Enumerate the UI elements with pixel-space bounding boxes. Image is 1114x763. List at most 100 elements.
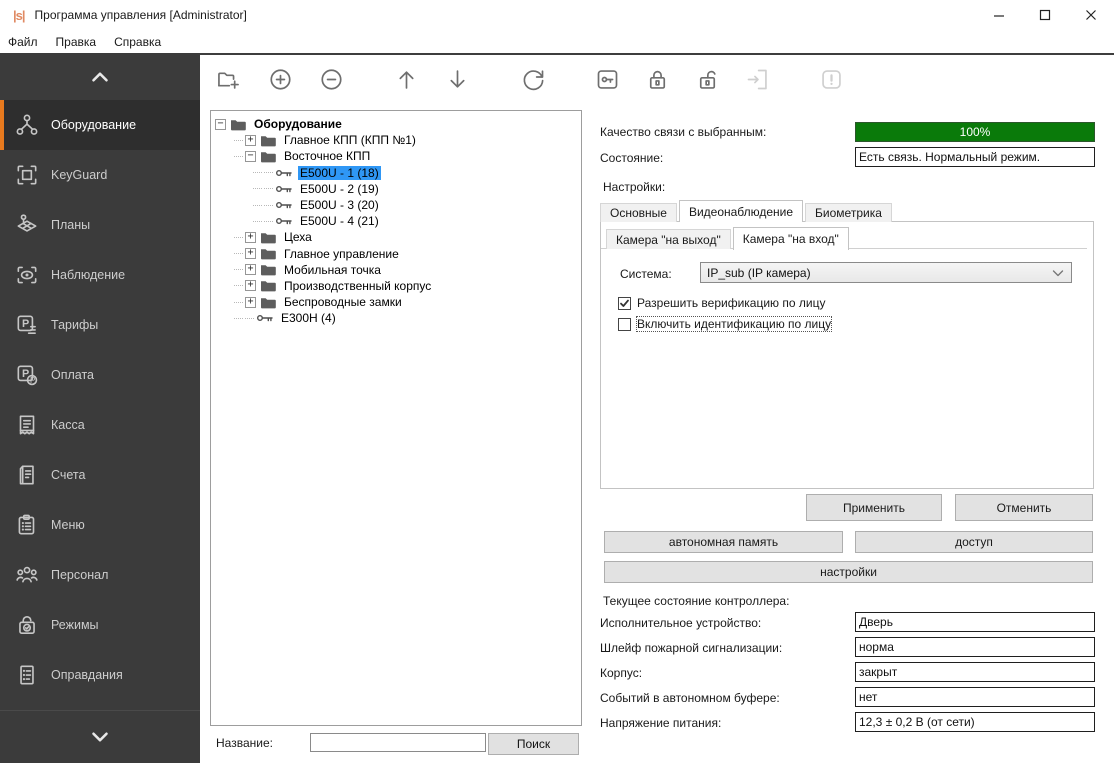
tab-camera-1[interactable]: Камера "на вход": [733, 227, 849, 250]
search-input[interactable]: [310, 733, 486, 752]
sidebar-item-modes[interactable]: Режимы: [0, 600, 200, 650]
collapse-box-icon[interactable]: −: [245, 151, 256, 162]
tree-row[interactable]: + Мобильная точка: [211, 262, 581, 278]
access-button[interactable]: доступ: [855, 531, 1093, 553]
sidebar-scroll-up[interactable]: [0, 53, 200, 100]
toolbar-lock-open-button[interactable]: [692, 64, 722, 94]
state-label: Состояние:: [600, 151, 663, 165]
sidebar-item-cashier[interactable]: Касса: [0, 400, 200, 450]
folder: [260, 295, 277, 310]
menu-item[interactable]: Правка: [47, 33, 106, 51]
device-tree-panel: − Оборудование + Главное КПП (КПП №1) − Восто…: [210, 110, 582, 726]
tree-row[interactable]: E500U - 4 (21): [211, 213, 581, 229]
sidebar-item-excuses[interactable]: Оправдания: [0, 650, 200, 700]
tree-row[interactable]: E300H (4): [211, 310, 581, 326]
collapse-box-icon[interactable]: −: [215, 119, 226, 130]
checkbox-label[interactable]: Включить идентификацию по лицу: [637, 317, 831, 331]
toolbar-circle-plus-button[interactable]: [265, 64, 295, 94]
tab-camera-0[interactable]: Камера "на выход": [606, 229, 731, 249]
tree-node-label[interactable]: E500U - 2 (19): [298, 182, 381, 196]
sidebar-item-monitoring[interactable]: Наблюдение: [0, 250, 200, 300]
tree-row[interactable]: + Главное управление: [211, 246, 581, 262]
tree-node-label[interactable]: Главное КПП (КПП №1): [282, 133, 418, 147]
checkbox-unchecked-icon[interactable]: [618, 318, 631, 331]
maximize-icon: [1035, 5, 1055, 25]
tree-node-label[interactable]: Мобильная точка: [282, 263, 383, 277]
toolbar-arrow-up-button[interactable]: [391, 64, 421, 94]
sidebar-item-menu[interactable]: Меню: [0, 500, 200, 550]
tree-connector: [253, 205, 262, 206]
tree-node-label[interactable]: Главное управление: [282, 247, 401, 261]
sidebar-item-personnel[interactable]: Персонал: [0, 550, 200, 600]
toolbar-arrow-down-button[interactable]: [442, 64, 472, 94]
personnel-icon: [14, 562, 40, 588]
tree-row[interactable]: + Главное КПП (КПП №1): [211, 132, 581, 148]
tree-node-label[interactable]: E500U - 4 (21): [298, 214, 381, 228]
tree-connector: [234, 269, 243, 270]
tree-node-label[interactable]: Беспроводные замки: [282, 295, 404, 309]
minimize-button[interactable]: [976, 0, 1022, 30]
keyguard-icon: [14, 162, 40, 188]
tab-settings-2[interactable]: Биометрика: [805, 203, 892, 222]
expand-box-icon[interactable]: +: [245, 232, 256, 243]
tree-node-label[interactable]: Восточное КПП: [282, 149, 372, 163]
tree-row[interactable]: E500U - 1 (18): [211, 165, 581, 181]
tree-node-label[interactable]: Производственный корпус: [282, 279, 433, 293]
maximize-button[interactable]: [1022, 0, 1068, 30]
checkbox-label[interactable]: Разрешить верификацию по лицу: [637, 296, 825, 310]
settings-button[interactable]: настройки: [604, 561, 1093, 583]
expand-box-icon[interactable]: +: [245, 248, 256, 259]
sidebar-scroll-down[interactable]: [0, 710, 200, 763]
expand-box-icon[interactable]: +: [245, 264, 256, 275]
search-button[interactable]: Поиск: [488, 733, 579, 755]
sidebar-item-payment[interactable]: PPОплата: [0, 350, 200, 400]
tree-node-label[interactable]: E300H (4): [279, 311, 338, 325]
tree-node-label[interactable]: E500U - 3 (20): [298, 198, 381, 212]
tree-connector: [234, 302, 243, 303]
folder: [260, 133, 277, 148]
tree-row[interactable]: − Оборудование: [211, 116, 581, 132]
expand-box-icon[interactable]: +: [245, 280, 256, 291]
checkbox-row[interactable]: Разрешить верификацию по лицу: [618, 296, 825, 310]
toolbar-refresh-button[interactable]: [518, 64, 548, 94]
tab-settings-0[interactable]: Основные: [600, 203, 677, 222]
cancel-button[interactable]: Отменить: [955, 494, 1093, 521]
settings-tabstrip: ОсновныеВидеонаблюдениеБиометрика: [600, 200, 894, 222]
apply-button[interactable]: Применить: [806, 494, 942, 521]
menu-item[interactable]: Файл: [0, 33, 47, 51]
tree-node-label[interactable]: Цеха: [282, 230, 314, 244]
tree-node-label[interactable]: E500U - 1 (18): [298, 166, 381, 180]
sidebar-item-plans[interactable]: Планы: [0, 200, 200, 250]
checkbox-row[interactable]: Включить идентификацию по лицу: [618, 317, 831, 331]
expand-box-icon[interactable]: +: [245, 135, 256, 146]
sidebar-item-equipment[interactable]: Оборудование: [0, 100, 200, 150]
system-select[interactable]: IP_sub (IP камера): [700, 262, 1072, 283]
autonomous-memory-button[interactable]: автономная память: [604, 531, 843, 553]
tree-row[interactable]: E500U - 3 (20): [211, 197, 581, 213]
tree-row[interactable]: − Восточное КПП: [211, 148, 581, 164]
svg-text:P: P: [30, 376, 35, 385]
sidebar-item-tariffs[interactable]: PТарифы: [0, 300, 200, 350]
menu-item[interactable]: Справка: [105, 33, 170, 51]
minimize-icon: [989, 5, 1009, 25]
toolbar-circle-minus-button[interactable]: [316, 64, 346, 94]
checkbox-checked-icon[interactable]: [618, 297, 631, 310]
folder: [260, 262, 277, 277]
tree-node-label[interactable]: Оборудование: [252, 117, 344, 131]
sidebar-item-keyguard[interactable]: KeyGuard: [0, 150, 200, 200]
toolbar-alert-button: [816, 64, 846, 94]
expand-box-icon[interactable]: +: [245, 297, 256, 308]
toolbar-lock-closed-button[interactable]: [642, 64, 672, 94]
tree-row[interactable]: E500U - 2 (19): [211, 181, 581, 197]
tree-row[interactable]: + Производственный корпус: [211, 278, 581, 294]
tree-connector: [253, 221, 262, 222]
sidebar-item-accounts[interactable]: Счета: [0, 450, 200, 500]
tree-row[interactable]: + Цеха: [211, 229, 581, 245]
toolbar-add-folder-button[interactable]: [213, 64, 243, 94]
controller-field-label: Напряжение питания:: [600, 716, 721, 730]
close-button[interactable]: [1068, 0, 1114, 30]
controller-field-value-box: норма: [855, 637, 1095, 657]
toolbar-key-card-button[interactable]: [592, 64, 622, 94]
tab-settings-1[interactable]: Видеонаблюдение: [679, 200, 803, 222]
tree-row[interactable]: + Беспроводные замки: [211, 294, 581, 310]
